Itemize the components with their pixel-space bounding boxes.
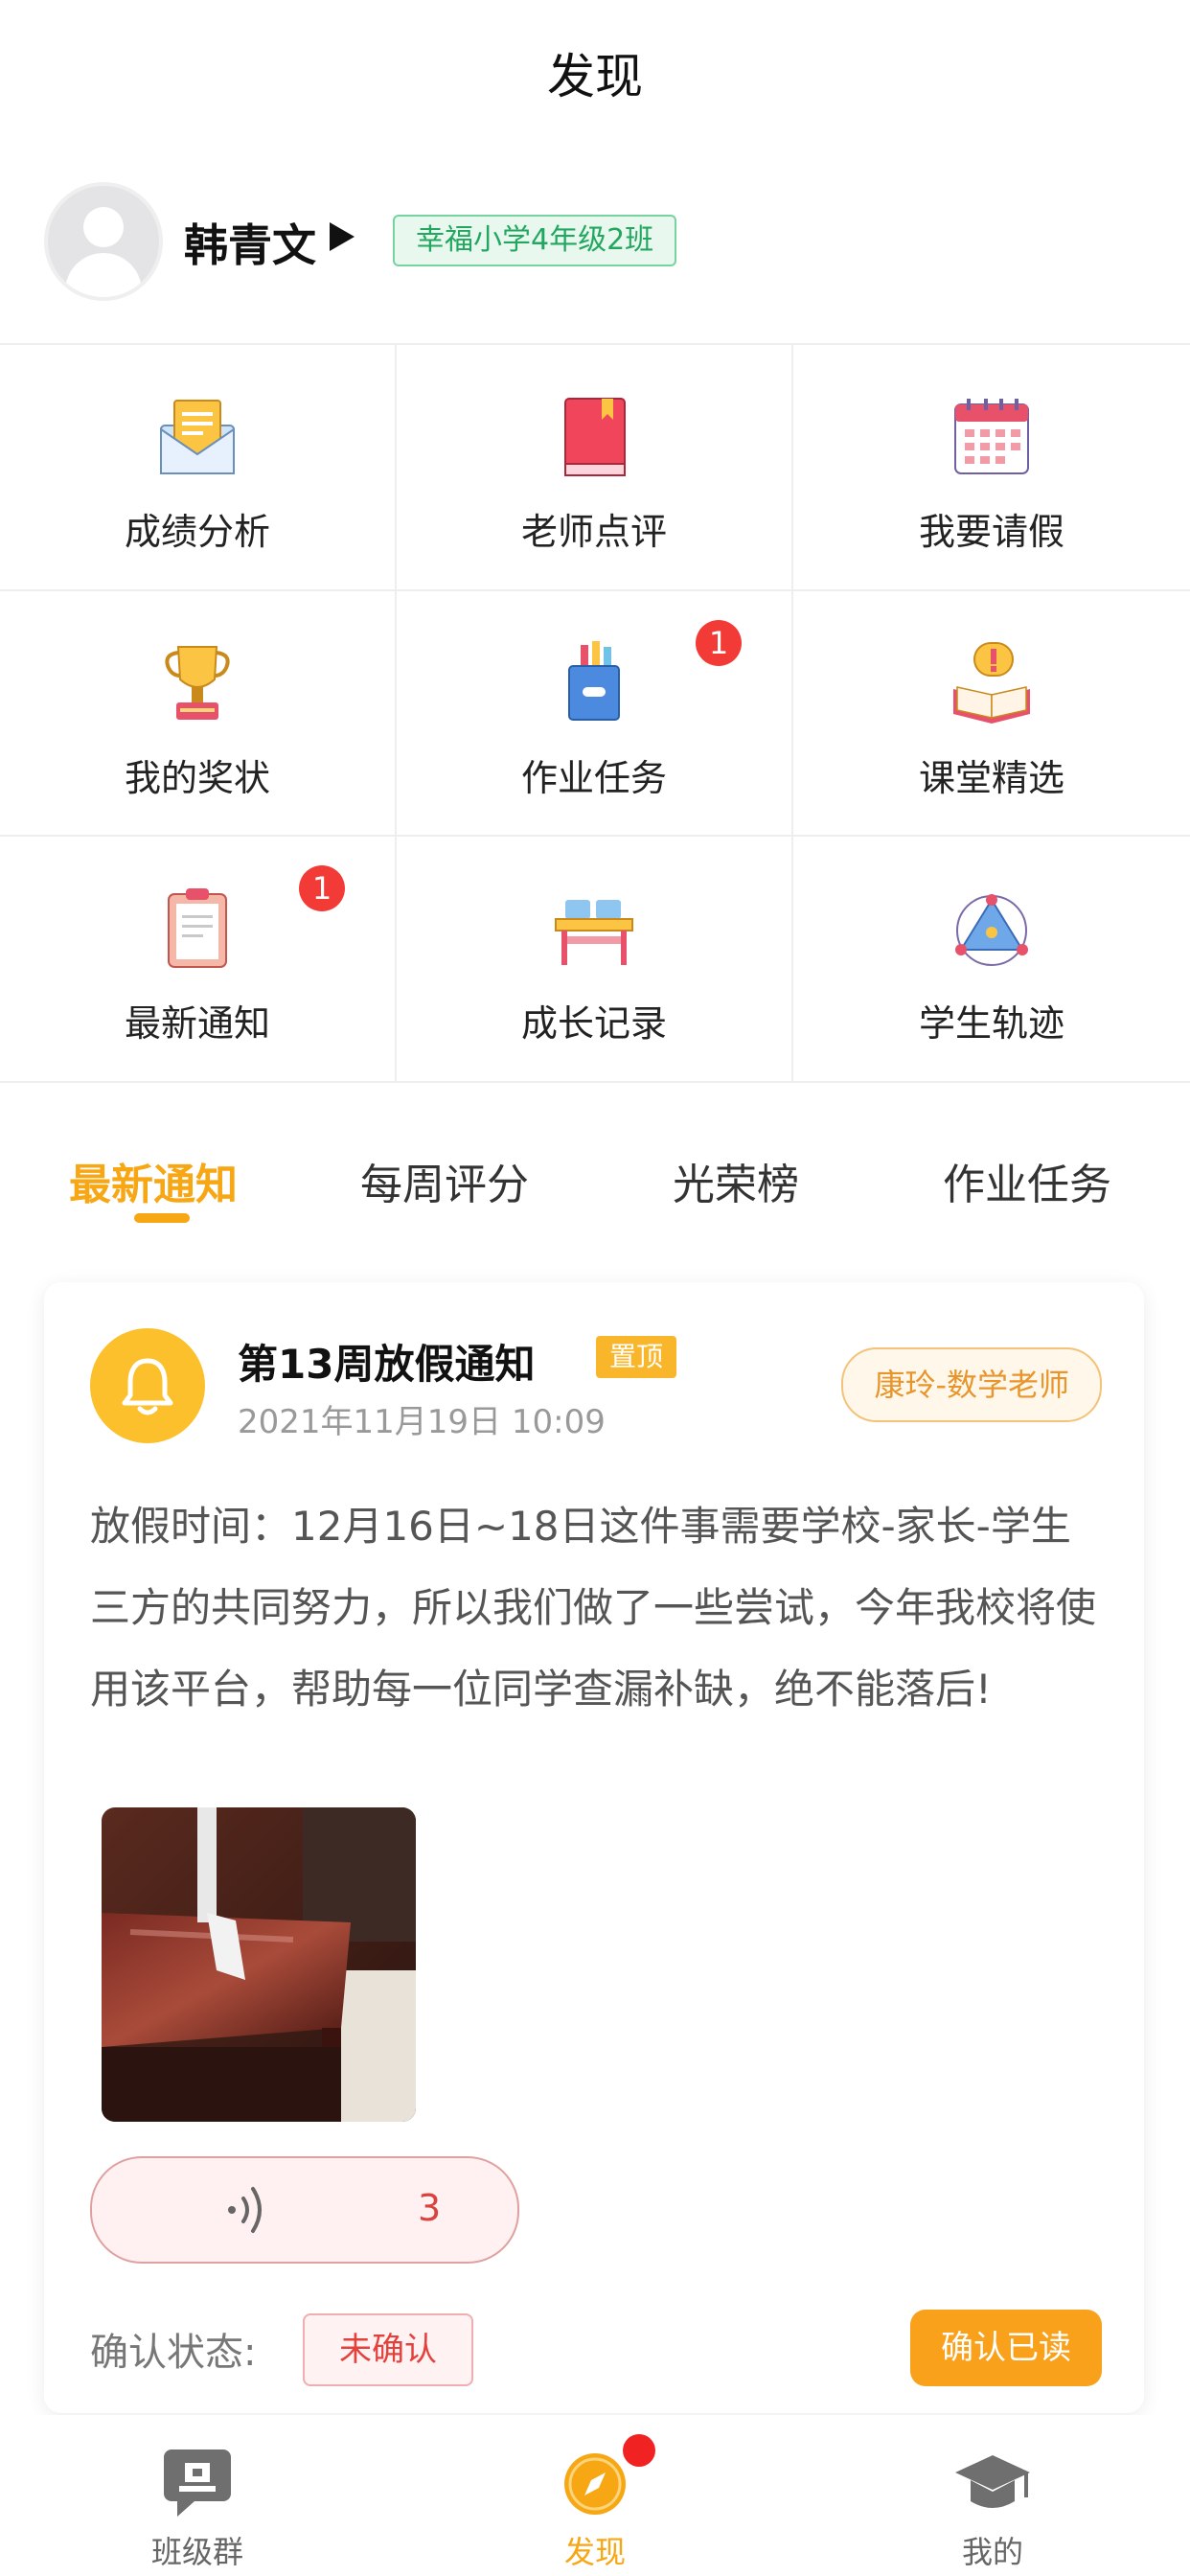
notice-body: 放假时间：12月16日~18日这件事需要学校-家长-学生三方的共同努力，所以我们… [90,1503,1097,1713]
voice-icon [228,2187,262,2233]
grid-item-leave-request[interactable]: 我要请假 [793,345,1190,591]
desk-icon [555,900,633,966]
grid-item-growth-record[interactable]: 成长记录 [397,837,793,1083]
tab-indicator [134,1213,190,1223]
nav-notification-dot [623,2434,655,2467]
nav-item-class-group[interactable]: 班级群 [102,2440,293,2572]
grid-item-label: 老师点评 [520,511,667,553]
grid-item-label: 我要请假 [918,511,1064,553]
table-photo-image [102,1807,416,2122]
tab-homework[interactable]: 作业任务 [943,1150,1111,1211]
status-badge: 未确认 [303,2313,473,2386]
profile-section: 韩青文 幸福小学4年级2班 [0,182,1190,345]
grid-item-label: 学生轨迹 [918,1002,1064,1046]
grid-item-latest-notice[interactable]: 最新通知 1 [0,837,397,1083]
confirm-status-label: 确认状态: [90,2331,257,2375]
grid-item-student-track[interactable]: 学生轨迹 [793,837,1190,1083]
bottom-nav: 班级群 发现 我的 [0,2415,1190,2576]
notice-photo[interactable] [102,1807,416,2122]
nav-label: 我的 [961,2534,1023,2570]
grid-item-teacher-comment[interactable]: 老师点评 [397,345,793,591]
pinned-tag: 置顶 [596,1336,677,1378]
grid-item-label: 我的奖状 [124,756,270,799]
chat-bubble-icon [164,2450,231,2517]
tab-honor-roll[interactable]: 光荣榜 [673,1150,799,1211]
feature-grid: 成绩分析 老师点评 我要请假 我的奖状 作业任务 1 课堂精选 最新通知 1 成… [0,343,1190,1083]
grid-item-label: 成长记录 [520,1002,667,1046]
voice-duration: 3 [418,2187,442,2229]
tab-latest-notice[interactable]: 最新通知 [69,1150,238,1211]
nav-label: 发现 [563,2534,626,2570]
grid-item-label: 作业任务 [520,756,667,799]
nav-item-discover[interactable]: 发现 [499,2440,691,2572]
user-name: 韩青文 [184,219,316,271]
grid-item-label: 课堂精选 [918,756,1064,799]
red-book-icon [564,398,626,476]
author-tag: 康玲-数学老师 [841,1347,1102,1422]
page-title: 发现 [547,49,643,104]
tab-weekly-score[interactable]: 每周评分 [360,1150,529,1211]
notification-badge: 1 [299,865,345,912]
bell-avatar [90,1328,205,1443]
report-envelope-icon [160,400,235,474]
voice-message-button[interactable]: 3 [90,2156,519,2264]
pencil-cup-icon [568,640,620,721]
nav-item-mine[interactable]: 我的 [897,2440,1088,2572]
network-icon [955,894,1028,967]
grid-item-label: 最新通知 [124,1002,270,1046]
clipboard-icon [168,888,227,969]
tab-bar: 最新通知 每周评分 光荣榜 作业任务 [0,1131,1190,1236]
notification-badge: 1 [696,619,742,666]
play-icon[interactable] [326,220,358,253]
class-badge: 幸福小学4年级2班 [393,215,677,266]
grid-item-homework[interactable]: 作业任务 1 [397,590,793,838]
confirm-read-button[interactable]: 确认已读 [910,2310,1102,2386]
avatar[interactable] [44,182,163,301]
trophy-icon [165,645,230,720]
nav-label: 班级群 [150,2534,243,2570]
calendar-icon [954,399,1029,474]
graduation-cap-icon [955,2455,1030,2508]
notice-card[interactable]: 第13周放假通知 置顶 2021年11月19日 10:09 康玲-数学老师 放假… [44,1282,1144,2413]
notice-title: 第13周放假通知 [238,1341,536,1388]
book-alert-icon [953,641,1030,724]
grid-item-label: 成绩分析 [124,511,270,553]
grid-item-my-awards[interactable]: 我的奖状 [0,590,397,838]
notice-date: 2021年11月19日 10:09 [238,1403,606,1441]
grid-item-class-highlights[interactable]: 课堂精选 [793,591,1190,838]
bell-icon [122,1358,173,1415]
grid-item-score-analysis[interactable]: 成绩分析 [0,345,397,591]
